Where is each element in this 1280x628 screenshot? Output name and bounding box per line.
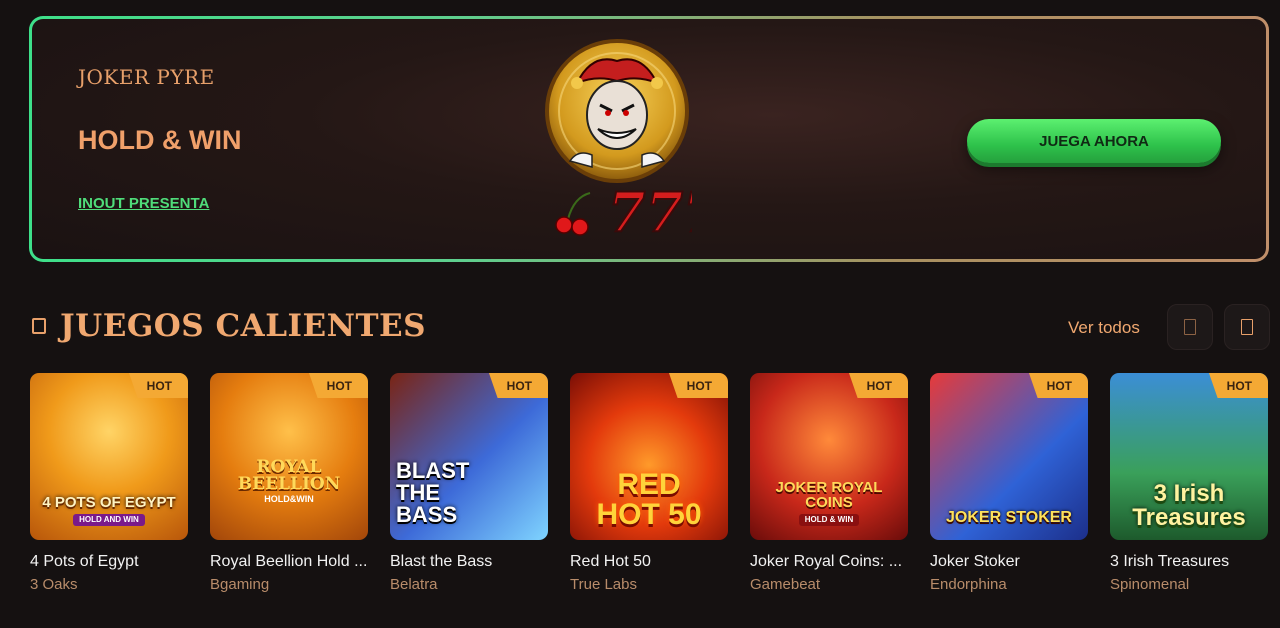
- game-card[interactable]: HOT BLAST THE BASS Blast the Bass Belatr…: [390, 373, 548, 603]
- game-thumbnail[interactable]: HOT RED HOT 50: [570, 373, 728, 540]
- game-thumbnail[interactable]: HOT ROYAL BEELLION HOLD&WIN: [210, 373, 368, 540]
- game-name[interactable]: 3 Irish Treasures: [1110, 553, 1268, 571]
- banner-presenter-link[interactable]: INOUT PRESENTA: [78, 195, 209, 212]
- game-art-title: RED HOT 50: [596, 468, 702, 531]
- game-name[interactable]: 4 Pots of Egypt: [30, 553, 188, 571]
- game-art-title: ROYAL BEELLION HOLD&WIN: [237, 457, 341, 504]
- hot-badge: HOT: [668, 373, 728, 398]
- see-all-link[interactable]: Ver todos: [1068, 318, 1140, 338]
- game-art-title: 4 POTS OF EGYPT HOLD AND WIN: [42, 494, 176, 526]
- game-art-title: JOKER ROYAL COINS HOLD & WIN: [775, 479, 883, 526]
- hot-games-carousel: HOT 4 POTS OF EGYPT HOLD AND WIN 4 Pots …: [30, 373, 1280, 603]
- game-thumbnail[interactable]: HOT 4 POTS OF EGYPT HOLD AND WIN: [30, 373, 188, 540]
- hot-games-header: JUEGOS CALIENTES Ver todos: [32, 304, 1272, 352]
- game-provider: Gamebeat: [750, 576, 821, 593]
- arrow-right-icon: [1241, 319, 1253, 335]
- game-name[interactable]: Royal Beellion Hold ...: [210, 553, 368, 571]
- promo-banner-frame: JOKER PYRE HOLD & WIN INOUT PRESENTA 77 …: [29, 16, 1269, 262]
- game-thumbnail[interactable]: HOT JOKER STOKER: [930, 373, 1088, 540]
- game-card[interactable]: HOT ROYAL BEELLION HOLD&WIN Royal Beelli…: [210, 373, 368, 603]
- game-provider: 3 Oaks: [30, 576, 78, 593]
- svg-text:777: 777: [608, 180, 692, 243]
- game-art-title: 3 Irish Treasures: [1132, 480, 1246, 531]
- game-name[interactable]: Blast the Bass: [390, 553, 548, 571]
- banner-title: HOLD & WIN: [78, 125, 242, 155]
- game-provider: Spinomenal: [1110, 576, 1190, 593]
- hot-badge: HOT: [1028, 373, 1088, 398]
- game-card[interactable]: HOT 3 Irish Treasures 3 Irish Treasures …: [1110, 373, 1268, 603]
- game-thumbnail[interactable]: HOT 3 Irish Treasures: [1110, 373, 1268, 540]
- fire-icon: [32, 318, 46, 334]
- game-provider: Bgaming: [210, 576, 270, 593]
- game-art-title: BLAST THE BASS: [396, 458, 470, 527]
- game-name[interactable]: Joker Royal Coins: ...: [750, 553, 908, 571]
- game-thumbnail[interactable]: HOT JOKER ROYAL COINS HOLD & WIN: [750, 373, 908, 540]
- game-provider: True Labs: [570, 576, 637, 593]
- hot-badge: HOT: [488, 373, 548, 398]
- game-card[interactable]: HOT JOKER ROYAL COINS HOLD & WIN Joker R…: [750, 373, 908, 603]
- promo-banner[interactable]: JOKER PYRE HOLD & WIN INOUT PRESENTA 77 …: [32, 19, 1266, 259]
- game-provider: Endorphina: [930, 576, 1007, 593]
- arrow-left-icon: [1184, 319, 1196, 335]
- game-thumbnail[interactable]: HOT BLAST THE BASS: [390, 373, 548, 540]
- hot-badge: HOT: [1208, 373, 1268, 398]
- hot-badge: HOT: [308, 373, 368, 398]
- hot-badge: HOT: [848, 373, 908, 398]
- game-card[interactable]: HOT 4 POTS OF EGYPT HOLD AND WIN 4 Pots …: [30, 373, 188, 603]
- game-name[interactable]: Red Hot 50: [570, 553, 728, 571]
- banner-subtitle: JOKER PYRE: [78, 65, 215, 89]
- carousel-prev-button[interactable]: [1167, 304, 1213, 350]
- carousel-next-button[interactable]: [1224, 304, 1270, 350]
- game-name[interactable]: Joker Stoker: [930, 553, 1088, 571]
- play-now-button[interactable]: JUEGA AHORA: [967, 119, 1221, 163]
- hot-badge: HOT: [128, 373, 188, 398]
- game-card[interactable]: HOT JOKER STOKER Joker Stoker Endorphina: [930, 373, 1088, 603]
- game-provider: Belatra: [390, 576, 438, 593]
- game-card[interactable]: HOT RED HOT 50 Red Hot 50 True Labs: [570, 373, 728, 603]
- joker-777-logo-icon: 777: [545, 39, 692, 243]
- game-art-title: JOKER STOKER: [946, 509, 1072, 526]
- section-title: JUEGOS CALIENTES: [60, 308, 427, 344]
